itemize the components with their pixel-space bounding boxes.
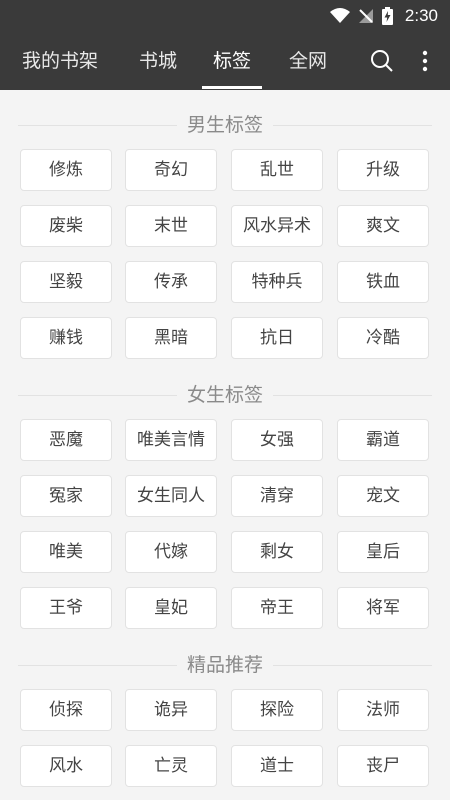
no-signal-icon xyxy=(358,9,373,23)
tag-button[interactable]: 剩女 xyxy=(231,531,323,573)
tag-button[interactable]: 特种兵 xyxy=(231,261,323,303)
tag-button[interactable]: 霸道 xyxy=(337,419,429,461)
tag-button[interactable]: 诡异 xyxy=(125,689,217,731)
tag-button[interactable]: 女强 xyxy=(231,419,323,461)
tag-button[interactable]: 传承 xyxy=(125,261,217,303)
tag-button[interactable]: 唯美言情 xyxy=(125,419,217,461)
tag-button[interactable]: 升级 xyxy=(337,149,429,191)
tag-button[interactable]: 王爷 xyxy=(20,587,112,629)
wifi-icon xyxy=(329,8,350,23)
tag-button[interactable]: 抗日 xyxy=(231,317,323,359)
tag-button[interactable]: 法师 xyxy=(337,689,429,731)
tag-button[interactable]: 探险 xyxy=(231,689,323,731)
tag-button[interactable]: 乱世 xyxy=(231,149,323,191)
section-title: 女生标签 xyxy=(18,381,432,409)
battery-charging-icon xyxy=(381,7,393,25)
tag-button[interactable]: 恶魔 xyxy=(20,419,112,461)
section-header-female: 女生标签 xyxy=(18,381,432,409)
tag-button[interactable]: 赚钱 xyxy=(20,317,112,359)
tag-button[interactable]: 丧尸 xyxy=(337,745,429,787)
tag-button[interactable]: 爽文 xyxy=(337,205,429,247)
section-title: 精品推荐 xyxy=(18,651,432,679)
status-bar: 2:30 xyxy=(0,0,450,32)
tag-button[interactable]: 帝王 xyxy=(231,587,323,629)
tag-button[interactable]: 清穿 xyxy=(231,475,323,517)
more-vert-icon xyxy=(422,50,428,72)
tag-button[interactable]: 修炼 xyxy=(20,149,112,191)
tab-bookshelf[interactable]: 我的书架 xyxy=(10,32,110,90)
tag-button[interactable]: 末世 xyxy=(125,205,217,247)
tag-button[interactable]: 皇后 xyxy=(337,531,429,573)
tab-bookstore[interactable]: 书城 xyxy=(128,32,188,90)
tag-button[interactable]: 道士 xyxy=(231,745,323,787)
tag-button[interactable]: 女生同人 xyxy=(125,475,217,517)
tag-button[interactable]: 奇幻 xyxy=(125,149,217,191)
tag-button[interactable]: 风水 xyxy=(20,745,112,787)
tag-button[interactable]: 冷酷 xyxy=(337,317,429,359)
tag-button[interactable]: 冤家 xyxy=(20,475,112,517)
tag-button[interactable]: 代嫁 xyxy=(125,531,217,573)
tab-tags[interactable]: 标签 xyxy=(202,32,262,90)
search-icon xyxy=(371,50,393,72)
tag-button[interactable]: 侦探 xyxy=(20,689,112,731)
status-icons: 2:30 xyxy=(329,0,438,32)
tag-button[interactable]: 坚毅 xyxy=(20,261,112,303)
section-title: 男生标签 xyxy=(18,111,432,139)
active-tab-indicator xyxy=(202,86,262,89)
tag-button[interactable]: 黑暗 xyxy=(125,317,217,359)
top-nav-bar: 我的书架 书城 标签 全网 xyxy=(0,32,450,90)
tag-button[interactable]: 将军 xyxy=(337,587,429,629)
tag-button[interactable]: 宠文 xyxy=(337,475,429,517)
tag-button[interactable]: 亡灵 xyxy=(125,745,217,787)
section-header-male: 男生标签 xyxy=(18,111,432,139)
tag-button[interactable]: 废柴 xyxy=(20,205,112,247)
more-options-button[interactable] xyxy=(410,32,440,90)
status-time: 2:30 xyxy=(404,6,438,25)
tab-all-web[interactable]: 全网 xyxy=(278,32,338,90)
tag-button[interactable]: 唯美 xyxy=(20,531,112,573)
tag-button[interactable]: 铁血 xyxy=(337,261,429,303)
tag-button[interactable]: 皇妃 xyxy=(125,587,217,629)
tag-button[interactable]: 风水异术 xyxy=(231,205,323,247)
tag-content: 男生标签 修炼 奇幻 乱世 升级 废柴 末世 风水异术 爽文 坚毅 传承 特种兵… xyxy=(0,90,450,800)
section-header-featured: 精品推荐 xyxy=(18,651,432,679)
search-button[interactable] xyxy=(362,32,402,90)
